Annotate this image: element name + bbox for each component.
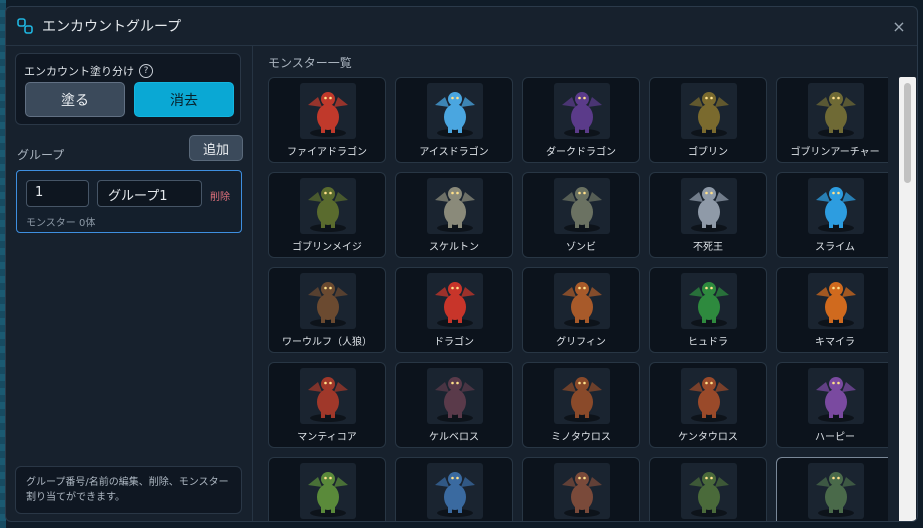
monster-grid: ファイアドラゴン アイスドラゴン ダークドラゴン ゴブリン ゴブリンアーチャーゴブリンメ… [268, 77, 888, 521]
monster-tile[interactable]: ヒュドラ [649, 267, 767, 353]
monster-tile[interactable] [776, 457, 888, 521]
monster-name: ドラゴン [434, 337, 474, 348]
monster-name: ファイアドラゴン [287, 147, 367, 158]
group-heading: グループ [17, 148, 65, 162]
encounter-group-dialog: エンカウントグループ × エンカウント塗り分け ? 塗る 消去 グループ 追加 … [5, 6, 918, 522]
erase-button[interactable]: 消去 [134, 82, 234, 117]
help-icon[interactable]: ? [139, 64, 153, 78]
monster-tile[interactable]: スライム [776, 172, 888, 258]
monster-name: グリフィン [556, 337, 606, 348]
monster-tile[interactable]: ケンタウロス [649, 362, 767, 448]
goblin-sprite [681, 83, 737, 139]
paint-label-text: エンカウント塗り分け [24, 65, 134, 78]
dragon-sprite [427, 273, 483, 329]
group-number-input[interactable]: 1 [26, 180, 89, 207]
slime-sprite [808, 178, 864, 234]
monster-tile[interactable]: ファイアドラゴン [268, 77, 386, 163]
monster-tile[interactable]: ハーピー [776, 362, 888, 448]
ice-dragon-sprite [427, 83, 483, 139]
monster-tile[interactable] [395, 457, 513, 521]
dialog-header: エンカウントグループ × [6, 7, 917, 46]
monster-name: ケンタウロス [678, 432, 738, 443]
skeleton-sprite [427, 178, 483, 234]
goblin-mage-sprite [300, 178, 356, 234]
monster-tile[interactable]: ゴブリン [649, 77, 767, 163]
zombie-walker-sprite [808, 463, 864, 519]
monster-tile[interactable]: ゾンビ [522, 172, 640, 258]
griffin-sprite [554, 273, 610, 329]
werewolf-sprite [300, 273, 356, 329]
monster-name: スライム [815, 242, 855, 253]
monster-tile[interactable] [268, 457, 386, 521]
group-card[interactable]: 1 グループ1 削除 モンスター 0体 [16, 170, 242, 233]
monster-name: ハーピー [815, 432, 855, 443]
monster-name: スケルトン [429, 242, 479, 253]
paint-label: エンカウント塗り分け ? [24, 63, 153, 79]
monster-tile[interactable]: ワーウルフ（人狼） [268, 267, 386, 353]
ghoul-sprite [681, 463, 737, 519]
group-sidebar: エンカウント塗り分け ? 塗る 消去 グループ 追加 1 グループ1 削除 モン… [6, 46, 253, 521]
monster-tile[interactable]: 不死王 [649, 172, 767, 258]
delete-group-link[interactable]: 削除 [210, 188, 230, 203]
minotaur-sprite [554, 368, 610, 424]
paint-button[interactable]: 塗る [25, 82, 125, 117]
monster-tile[interactable]: アイスドラゴン [395, 77, 513, 163]
monster-tile[interactable]: スケルトン [395, 172, 513, 258]
monster-name: マンティコア [297, 432, 357, 443]
undead-king-sprite [681, 178, 737, 234]
monster-tile[interactable]: キマイラ [776, 267, 888, 353]
monster-name: ミノタウロス [551, 432, 611, 443]
centaur-sprite [681, 368, 737, 424]
monster-tile[interactable] [522, 457, 640, 521]
monster-tile[interactable]: ダークドラゴン [522, 77, 640, 163]
chimera-sprite [808, 273, 864, 329]
monster-name: ゴブリンメイジ [292, 242, 362, 253]
dialog-title: エンカウントグループ [42, 19, 182, 35]
monster-tile[interactable]: マンティコア [268, 362, 386, 448]
cerberus-sprite [427, 368, 483, 424]
add-group-button[interactable]: 追加 [189, 135, 243, 161]
monster-list-title: モンスター一覧 [268, 56, 352, 70]
manticore-sprite [300, 368, 356, 424]
paint-panel: エンカウント塗り分け ? 塗る 消去 [15, 53, 241, 125]
monster-tile[interactable]: ドラゴン [395, 267, 513, 353]
monster-name: ケルベロス [429, 432, 479, 443]
orc-sprite [300, 463, 356, 519]
group-link-icon [17, 18, 33, 34]
hydra-sprite [681, 273, 737, 329]
monster-list-panel: モンスター一覧 ファイアドラゴン アイスドラゴン ダークドラゴン ゴブリン ゴブリンアー… [253, 46, 917, 521]
monster-name: アイスドラゴン [419, 147, 489, 158]
monster-name: 不死王 [693, 242, 723, 253]
group-monster-count: モンスター 0体 [26, 218, 96, 229]
monster-tile[interactable]: ミノタウロス [522, 362, 640, 448]
monster-tile[interactable]: ケルベロス [395, 362, 513, 448]
monster-name: キマイラ [815, 337, 855, 348]
monster-name: ゴブリンアーチャー [790, 147, 880, 158]
brute-sprite [554, 463, 610, 519]
group-name-input[interactable]: グループ1 [97, 180, 202, 207]
goblin-archer-sprite [808, 83, 864, 139]
dark-dragon-sprite [554, 83, 610, 139]
monster-tile[interactable]: ゴブリンメイジ [268, 172, 386, 258]
monster-name: ヒュドラ [688, 337, 728, 348]
monster-name: ダークドラゴン [546, 147, 616, 158]
monster-name: ゴブリン [688, 147, 728, 158]
help-text: グループ番号/名前の編集、削除、モンスター割り当てができます。 [15, 466, 242, 514]
monster-name: ゾンビ [566, 242, 596, 253]
bird-beast-sprite [427, 463, 483, 519]
harpy-sprite [808, 368, 864, 424]
zombie-sprite [554, 178, 610, 234]
fire-dragon-sprite [300, 83, 356, 139]
scrollbar-thumb[interactable] [904, 83, 911, 183]
scrollbar[interactable] [899, 77, 916, 521]
close-icon[interactable]: × [889, 16, 909, 36]
monster-name: ワーウルフ（人狼） [282, 337, 372, 348]
monster-tile[interactable]: グリフィン [522, 267, 640, 353]
monster-tile[interactable]: ゴブリンアーチャー [776, 77, 888, 163]
monster-tile[interactable] [649, 457, 767, 521]
